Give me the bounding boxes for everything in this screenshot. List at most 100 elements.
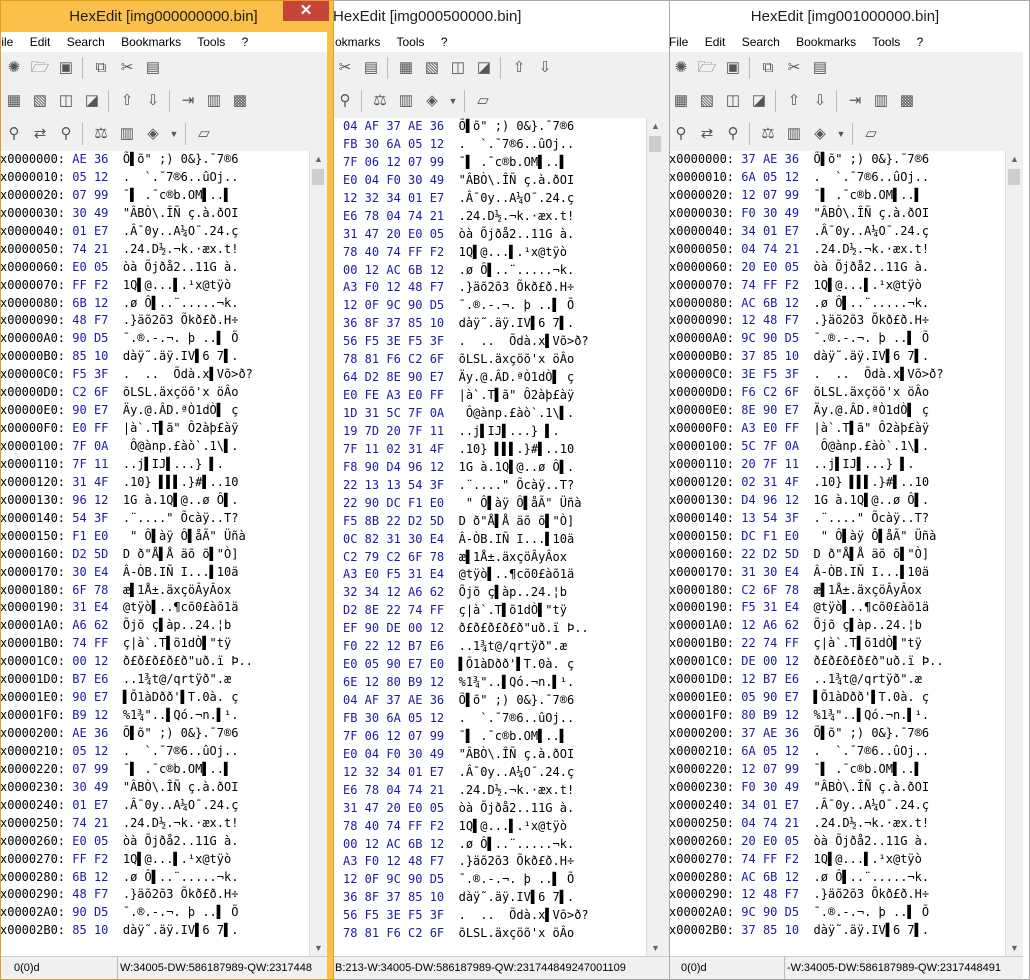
ascii-text[interactable]: ¯.®.-.¬. þ ..▌ Õ (459, 872, 575, 886)
down-icon[interactable]: ⇩ (535, 58, 555, 78)
hex-bytes[interactable]: 05 12 (72, 170, 108, 184)
hex-bytes[interactable]: 7F 11 02 31 4F (343, 442, 444, 456)
hex-bytes[interactable]: 6A 05 12 (741, 744, 799, 758)
hex-row[interactable]: x0000140: 54 3F .¨...." Õcàÿ..T? (1, 510, 310, 528)
hex-row[interactable]: x00001E0: 90 E7 ▌Õ1àDðð'▌T.0à. ç (1, 689, 310, 707)
menu-search[interactable]: Search (742, 35, 780, 49)
hex-bytes[interactable]: 12 B7 E6 (741, 672, 799, 686)
hex-bytes[interactable]: F8 90 D4 96 12 (343, 460, 444, 474)
hex-bytes[interactable]: 36 8F 37 85 10 (343, 890, 444, 904)
ascii-text[interactable]: ..j▌IJ▌...} ▌. (123, 457, 224, 471)
copy-icon[interactable]: ⧉ (758, 58, 778, 78)
hex-row[interactable]: x0000060: E0 05 òà Õjðå2..11G à. (1, 259, 310, 277)
down-icon[interactable]: ⇩ (810, 91, 830, 111)
menu-tools[interactable]: Tools (197, 35, 225, 49)
hex-row[interactable]: 22 90 DC F1 E0 " Ô▌àÿ Ô▌åÃ" Üñà (331, 495, 647, 513)
ascii-text[interactable]: 1Q▌@...▌.¹x@tÿò (123, 278, 231, 292)
hex-bytes[interactable]: 07 99 (72, 188, 108, 202)
ascii-text[interactable]: .24.D½.¬k.·æx.t! (459, 783, 575, 797)
ascii-text[interactable]: Â-ÒB.IÑ I...▌10ä (814, 565, 930, 579)
hex-bytes[interactable]: 85 10 (72, 349, 108, 363)
hex-row[interactable]: x0000160: D2 5D D ð"Å▌Å äõ õ▌"Ò] (1, 546, 310, 564)
hex-bytes[interactable]: 31 E4 (72, 600, 108, 614)
ascii-text[interactable]: æ▌1Å±.äxçöÂyÂox (123, 583, 231, 597)
hex-bytes[interactable]: 74 21 (72, 816, 108, 830)
compare-icon[interactable]: ⚖ (91, 124, 111, 144)
window-title[interactable]: HexEdit [img000000000.bin] (1, 1, 327, 32)
hexedit-window-2[interactable]: HexEdit [img000500000.bin] okmarks Tools… (330, 0, 670, 980)
hex-bytes[interactable]: 34 01 E7 (741, 224, 799, 238)
compare-icon[interactable]: ⚖ (758, 124, 778, 144)
ascii-text[interactable]: "ÂBÒ\.ÎÑ ç.à.ðOI (123, 780, 239, 794)
hex-bytes[interactable]: 12 48 F7 (741, 313, 799, 327)
ascii-text[interactable]: " Ô▌àÿ Ô▌åÃ" Üñà (814, 529, 937, 543)
ascii-text[interactable]: Ô@ànp.£àò`.1\▌. (814, 439, 929, 453)
hex-row[interactable]: x00001E0: 05 90 E7 ▌Õ1àDðð'▌T.0à. ç (667, 689, 1006, 707)
hex-row[interactable]: x0000050: 04 74 21 .24.D½.¬k.·æx.t! (667, 241, 1006, 259)
hex-bytes[interactable]: F6 C2 6F (741, 385, 799, 399)
hexedit-window-1[interactable]: HexEdit [img000000000.bin] ✕ File Edit S… (0, 0, 334, 980)
hex-bytes[interactable]: A3 E0 F5 31 E4 (343, 567, 444, 581)
hex-bytes[interactable]: D2 5D (72, 547, 108, 561)
hex-row[interactable]: 78 40 74 FF F2 1Q▌@...▌.¹x@tÿò (331, 244, 647, 262)
hex-bytes[interactable]: E0 05 (72, 260, 108, 274)
scroll-thumb[interactable] (649, 136, 661, 152)
ascii-text[interactable]: dàÿ˜.äÿ.IV▌6 7▌. (459, 316, 575, 330)
hex-row[interactable]: x00001B0: 22 74 FF ç|à`.T▌õ1dÒ▌"tÿ (667, 635, 1006, 653)
ascii-text[interactable]: òà Õjðå2..11G à. (459, 227, 575, 241)
hex-row[interactable]: x0000170: 30 E4 Â-ÒB.IÑ I...▌10ä (1, 564, 310, 582)
hex-row[interactable]: x0000190: 31 E4 @tÿò▌..¶cõ0£àõ1ä (1, 599, 310, 617)
ascii-text[interactable]: ð£ð£ð£ð£ð"uð.ï Þ.. (459, 621, 589, 635)
hex-bytes[interactable]: 31 47 20 E0 05 (343, 227, 444, 241)
hex-bytes[interactable]: 30 49 (72, 206, 108, 220)
hex-row[interactable]: x0000210: 05 12 . `.¯7®6..ûOj.. (1, 743, 310, 761)
hex-bytes[interactable]: 6B 12 (72, 296, 108, 310)
ascii-text[interactable]: D ð"Å▌Å äõ õ▌"Ò] (123, 547, 239, 561)
book-icon[interactable]: ▥ (117, 124, 137, 144)
hex-bytes[interactable]: 22 74 FF (741, 636, 799, 650)
hex-bytes[interactable]: 04 74 21 (741, 816, 799, 830)
import-icon[interactable]: ⇥ (178, 91, 198, 111)
menu-bookmarks[interactable]: Bookmarks (121, 35, 181, 49)
hex-bytes[interactable]: 90 E7 (72, 690, 108, 704)
hex-row[interactable]: x0000040: 01 E7 .Â¯0y..A¼O¯.24.ç (1, 223, 310, 241)
ascii-text[interactable]: Â-ÒB.IÑ I...▌10ä (459, 532, 575, 546)
hex-bytes[interactable]: 19 7D 20 7F 11 (343, 424, 444, 438)
hex-row[interactable]: x00000C0: 3E F5 3F . .. Õdà.x▌Võ>ð? (667, 366, 1006, 384)
hex-row[interactable]: x0000130: D4 96 12 1G à.1Q▌@..ø Ô▌. (667, 492, 1006, 510)
hex-row[interactable]: 31 47 20 E0 05 òà Õjðå2..11G à. (331, 800, 647, 818)
ascii-text[interactable]: .ø Ô▌..¨.....¬k. (123, 870, 239, 884)
ascii-text[interactable]: .ø Ô▌..¨.....¬k. (814, 870, 930, 884)
hex-bytes[interactable]: F5 3F (72, 367, 108, 381)
hex-row[interactable]: x0000180: 6F 78 æ▌1Å±.äxçöÂyÂox (1, 582, 310, 600)
hex-row[interactable]: 0C 82 31 30 E4 Â-ÒB.IÑ I...▌10ä (331, 531, 647, 549)
hex-row[interactable]: x0000150: F1 E0 " Ô▌àÿ Ô▌åÃ" Üñà (1, 528, 310, 546)
ascii-text[interactable]: ¯▌ .¯c®b.OM▌..▌ (814, 188, 922, 202)
hex-row[interactable]: x00000A0: 9C 90 D5 ¯.®.-.¬. þ ..▌ Õ (667, 330, 1006, 348)
hex-bytes[interactable]: 20 E0 05 (741, 260, 799, 274)
hex-row[interactable]: x0000260: 20 E0 05 òà Õjðå2..11G à. (667, 833, 1006, 851)
hex-row[interactable]: x00000F0: A3 E0 FF |à`.T▌ã" Ô2àþ£àÿ (667, 420, 1006, 438)
highlight-icon[interactable]: ◈ (143, 124, 163, 144)
ascii-text[interactable]: õLSL.äxçöõ'x öÂo (814, 385, 930, 399)
hex-row[interactable]: E0 05 90 E7 E0 ▌Õ1àDðð'▌T.0à. ç (331, 656, 647, 674)
chevron-down-icon[interactable]: ▼ (836, 124, 846, 144)
ascii-text[interactable]: . `.¯7®6..ûOj.. (814, 744, 930, 758)
hex-row[interactable]: x00001C0: 00 12 ð£ð£ð£ð£ð"uð.ï Þ.. (1, 653, 310, 671)
hex-row[interactable]: x0000090: 12 48 F7 .}äõ2õ3 Õkð£ð.H÷ (667, 312, 1006, 330)
hex-bytes[interactable]: 30 49 (72, 780, 108, 794)
hex-row[interactable]: F8 90 D4 96 12 1G à.1Q▌@..ø Ô▌. (331, 459, 647, 477)
ascii-text[interactable]: ¯▌ .¯c®b.OM▌..▌ (459, 155, 567, 169)
hex-bytes[interactable]: D2 8E 22 74 FF (343, 603, 444, 617)
cut-icon[interactable]: ✂ (335, 58, 355, 78)
find-icon[interactable]: ⚲ (671, 124, 691, 144)
hex-row[interactable]: x00001C0: DE 00 12 ð£ð£ð£ð£ð"uð.ï Þ.. (667, 653, 1006, 671)
ascii-text[interactable]: .24.D½.¬k.·æx.t! (814, 816, 930, 830)
ascii-text[interactable]: 1Q▌@...▌.¹x@tÿò (459, 819, 567, 833)
hex-view[interactable]: x0000000: 37 AE 36 Õ▌õ" ;) 0&}.¯7®6 x0000… (667, 151, 1006, 957)
hex-row[interactable]: 32 34 12 A6 62 Õjõ ç▌àp..24.¦b (331, 584, 647, 602)
hex-bytes[interactable]: F1 E0 (72, 529, 108, 543)
ascii-text[interactable]: .ø Ô▌..¨.....¬k. (459, 837, 575, 851)
ascii-text[interactable]: ç|à`.T▌õ1dÒ▌"tÿ (814, 636, 922, 650)
hex-bytes[interactable]: F0 30 49 (741, 780, 799, 794)
